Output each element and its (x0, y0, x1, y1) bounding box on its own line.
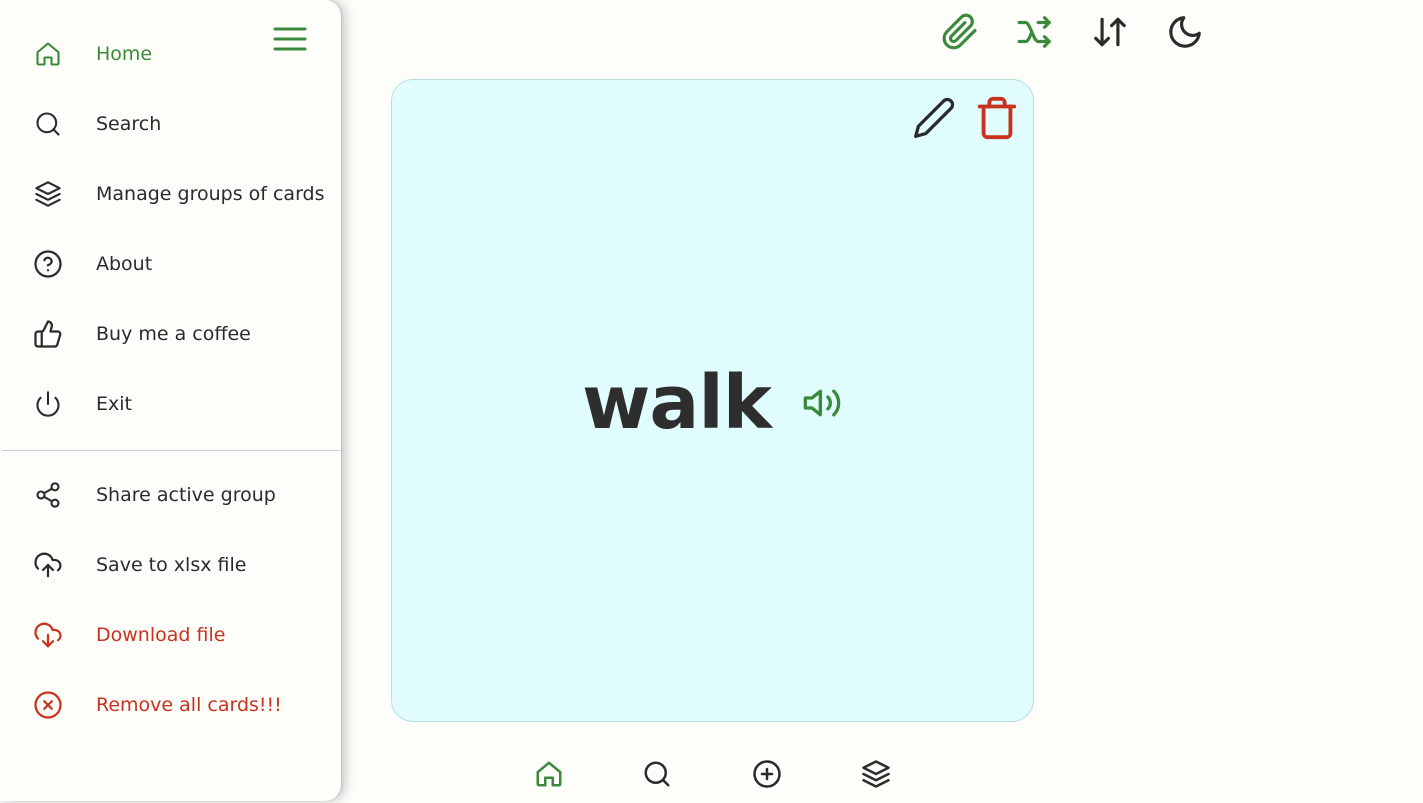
sort-arrows-icon (1094, 17, 1126, 47)
layers-icon (32, 180, 64, 208)
home-icon (32, 40, 64, 68)
dark-mode-button[interactable] (1165, 12, 1205, 52)
nav-item-label: Save to xlsx file (96, 554, 247, 576)
nav-item-label: Search (96, 113, 162, 135)
home-icon (536, 761, 562, 787)
shuffle-button[interactable] (1015, 12, 1055, 52)
pencil-icon (914, 97, 955, 138)
drawer-divider (2, 450, 341, 451)
shuffle-icon (1017, 16, 1051, 48)
cloud-download-icon (32, 621, 64, 649)
nav-item-search[interactable]: Search (0, 98, 341, 150)
nav-item-label: Download file (96, 624, 226, 646)
nav-item-label: Home (96, 43, 153, 65)
power-icon (32, 390, 64, 418)
thumbs-up-icon (32, 320, 64, 348)
help-circle-icon (32, 250, 64, 278)
trash-icon (977, 96, 1017, 140)
share-icon (32, 481, 64, 509)
nav-item-label: Share active group (96, 484, 276, 506)
nav-item-label: About (96, 253, 153, 275)
edit-card-button[interactable] (910, 94, 958, 142)
nav-item-label: Exit (96, 393, 132, 415)
cloud-upload-icon (32, 551, 64, 579)
search-icon (644, 761, 670, 787)
side-drawer: Home Search Manage groups of cards About (0, 0, 341, 801)
nav-item-label: Buy me a coffee (96, 323, 251, 345)
nav-item-about[interactable]: About (0, 238, 341, 290)
nav-item-save-xlsx[interactable]: Save to xlsx file (0, 539, 341, 591)
paperclip-button[interactable] (940, 12, 980, 52)
paperclip-icon (942, 13, 977, 50)
nav-item-buy-coffee[interactable]: Buy me a coffee (0, 308, 341, 360)
speaker-icon (803, 389, 841, 417)
nav-item-exit[interactable]: Exit (0, 378, 341, 430)
delete-card-button[interactable] (973, 94, 1021, 142)
nav-item-label: Manage groups of cards (96, 183, 325, 205)
card-content: walk (392, 366, 1033, 440)
nav-item-label: Remove all cards!!! (96, 694, 282, 716)
bottom-nav-groups[interactable] (857, 755, 895, 793)
bottom-nav-add[interactable] (748, 755, 786, 793)
bottom-nav-search[interactable] (638, 755, 676, 793)
sort-button[interactable] (1090, 12, 1130, 52)
plus-circle-icon (753, 760, 781, 788)
x-circle-icon (32, 691, 64, 719)
nav-item-home[interactable]: Home (0, 28, 341, 80)
pronounce-button[interactable] (801, 382, 843, 424)
nav-item-manage-groups[interactable]: Manage groups of cards (0, 168, 341, 220)
moon-icon (1169, 16, 1201, 48)
search-icon (32, 110, 64, 138)
card-word: walk (582, 360, 772, 446)
nav-item-remove-all-cards[interactable]: Remove all cards!!! (0, 679, 341, 731)
bottom-nav-home[interactable] (530, 755, 568, 793)
app-window: walk Home Search Manage groups of cards … (0, 0, 1423, 803)
layers-icon (862, 760, 890, 788)
nav-item-download-file[interactable]: Download file (0, 609, 341, 661)
nav-item-share-group[interactable]: Share active group (0, 469, 341, 521)
flashcard[interactable]: walk (391, 79, 1034, 722)
